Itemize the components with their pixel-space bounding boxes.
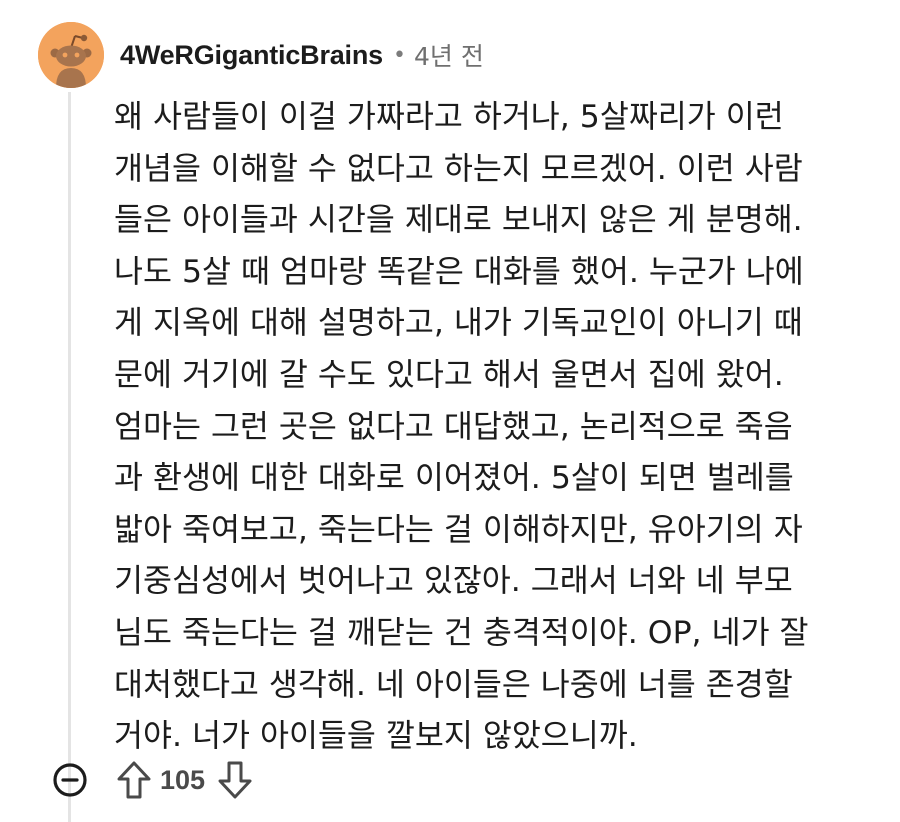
comment-line: 과 환생에 대한 대화로 이어졌어. 5살이 되면 벌레를: [114, 460, 794, 497]
comment-line: 나도 5살 때 엄마랑 똑같은 대화를 했어. 누군가 나에: [114, 253, 804, 290]
comment-line: 밟아 죽여보고, 죽는다는 걸 이해하지만, 유아기의 자: [114, 511, 803, 548]
comment-line: 님도 죽는다는 걸 깨닫는 건 충격적이야. OP, 네가 잘: [114, 614, 809, 651]
comment-header: 4WeRGiganticBrains • 4년 전: [120, 33, 484, 77]
arrow-down-outline-icon: [218, 761, 252, 799]
comment-line: 문에 거기에 갈 수도 있다고 해서 울면서 집에 왔어.: [114, 356, 784, 393]
vote-score: 105: [160, 764, 206, 795]
comment-line: 대처했다고 생각해. 네 아이들은 나중에 너를 존경할: [114, 666, 793, 703]
upvote-button[interactable]: [112, 756, 156, 804]
snoo-avatar-icon: [38, 22, 104, 88]
thread-line[interactable]: [68, 92, 71, 822]
collapse-button[interactable]: [50, 760, 90, 800]
comment-line: 왜 사람들이 이걸 가짜라고 하거나, 5살짜리가 이런: [114, 99, 784, 135]
comment-actions: 105: [50, 755, 257, 805]
minus-circle-icon: [53, 763, 87, 797]
comment-line: 들은 아이들과 시간을 제대로 보내지 않은 게 분명해.: [114, 202, 803, 239]
comment-line: 엄마는 그런 곳은 없다고 대답했고, 논리적으로 죽음: [114, 408, 793, 445]
arrow-up-outline-icon: [117, 761, 151, 799]
downvote-button[interactable]: [213, 756, 257, 804]
comment-line: 개념을 이해할 수 없다고 하는지 모르겠어. 이런 사람: [114, 150, 803, 187]
comment-line: 게 지옥에 대해 설명하고, 내가 기독교인이 아니기 때: [114, 305, 803, 342]
timestamp[interactable]: 4년 전: [414, 37, 484, 73]
comment-line: 기중심성에서 벗어나고 있잖아. 그래서 너와 네 부모: [114, 563, 793, 600]
username[interactable]: 4WeRGiganticBrains: [120, 40, 383, 71]
avatar[interactable]: [38, 22, 104, 88]
comment-body: 왜 사람들이 이걸 가짜라고 하거나, 5살짜리가 이런 개념을 이해할 수 없…: [114, 92, 874, 763]
meta-separator: •: [392, 42, 406, 68]
